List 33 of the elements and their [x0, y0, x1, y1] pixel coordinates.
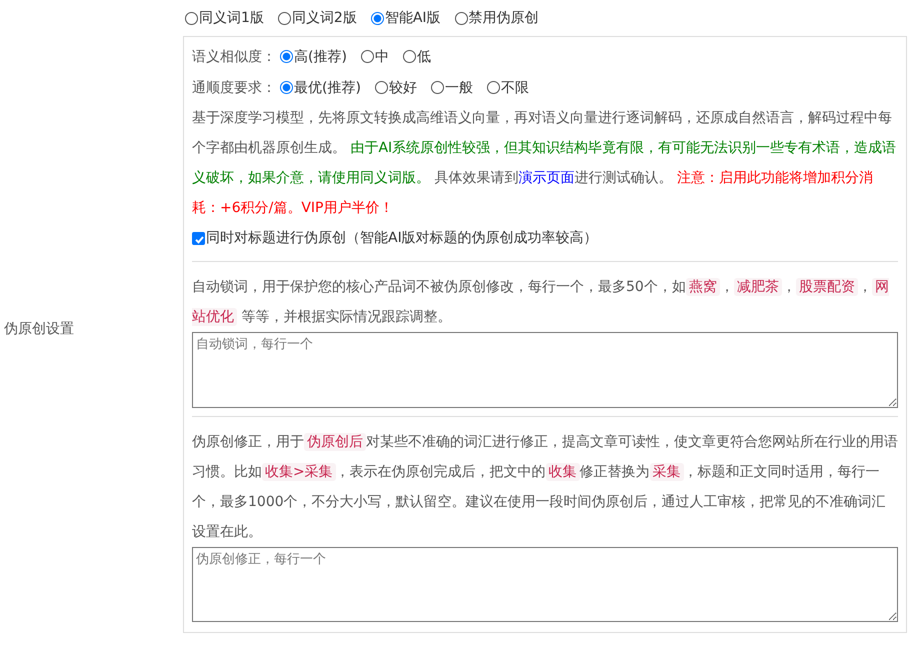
- checkbox[interactable]: [192, 232, 205, 244]
- corrections-field[interactable]: 伪原创修正，每行一个: [192, 547, 898, 622]
- radio-button[interactable]: [370, 12, 384, 24]
- radio-label[interactable]: 不限: [500, 78, 529, 96]
- radio-label[interactable]: 高(推荐): [294, 48, 347, 66]
- ai-description: 基于深度学习模型，先将原文转换成高维语义向量，再对语义向量进行逐词解码，还原成自然语言，解码过程中每个字都由机器原创生成。 由于AI系统原创性较强，但其知识结构毕竟有限，有可能无法识别一些专有术语，造成语义破坏，如果介意，请使用同义词版。 具体效果请到演示页面进行测试确认。 注意：启用此功能将增加积分消耗：+6积分/篇。VIP用户半价！: [192, 109, 898, 218]
- section-label: 伪原创设置: [4, 320, 74, 338]
- lock-words-field[interactable]: 自动锁词，每行一个: [192, 332, 898, 408]
- radio-label[interactable]: 智能AI版: [384, 9, 441, 27]
- radio-button[interactable]: [185, 12, 198, 24]
- checkbox-label[interactable]: 同时对标题进行伪原创（智能AI版对标题的伪原创成功率较高）: [206, 229, 598, 247]
- radio-label[interactable]: 最优(推荐): [294, 78, 361, 96]
- radio-label[interactable]: 低: [416, 48, 431, 66]
- radio-label[interactable]: 一般: [444, 78, 473, 96]
- radio-label[interactable]: 较好: [388, 78, 417, 96]
- radio-button[interactable]: [430, 81, 444, 94]
- radio-button[interactable]: [278, 12, 291, 24]
- radio-button[interactable]: [360, 50, 374, 63]
- radio-button[interactable]: [280, 81, 293, 94]
- option-label: 语义相似度：: [192, 48, 276, 66]
- radio-label[interactable]: 同义词2版: [292, 9, 357, 27]
- radio-button[interactable]: [374, 81, 388, 94]
- radio-button[interactable]: [280, 50, 293, 63]
- radio-label[interactable]: 禁用伪原创: [468, 9, 539, 27]
- lock-words-description: 自动锁词，用于保护您的核心产品词不被伪原创修改，每行一个，最多50个，如 燕窝 ， 减肥茶 ， 股票配资 ， 网站优化 等等，并根据实际情况跟踪调整。: [192, 277, 890, 328]
- option-label: 通顺度要求：: [192, 78, 276, 96]
- demo-link[interactable]: 演示页面: [518, 170, 574, 186]
- radio-button[interactable]: [454, 12, 468, 24]
- radio-button[interactable]: [402, 50, 416, 63]
- corrections-description: 伪原创修正，用于 伪原创后 对某些不准确的词汇进行修正，提高文章可读性，使文章更符合您网站所在行业的用语习惯。比如 收集>采集 ，表示在伪原创完成后，把文中的 收集 修正替换为 采集 ，标题和正文同时适用，每行一个，最多1000个，不分大小写，默认留空。建议在使用一段时间伪原创后，通过人工审核，把常见的不准确词汇设置在此。: [192, 432, 898, 542]
- radio-label[interactable]: 同义词1版: [199, 9, 264, 27]
- radio-button[interactable]: [486, 81, 500, 94]
- radio-label[interactable]: 中: [374, 48, 389, 66]
